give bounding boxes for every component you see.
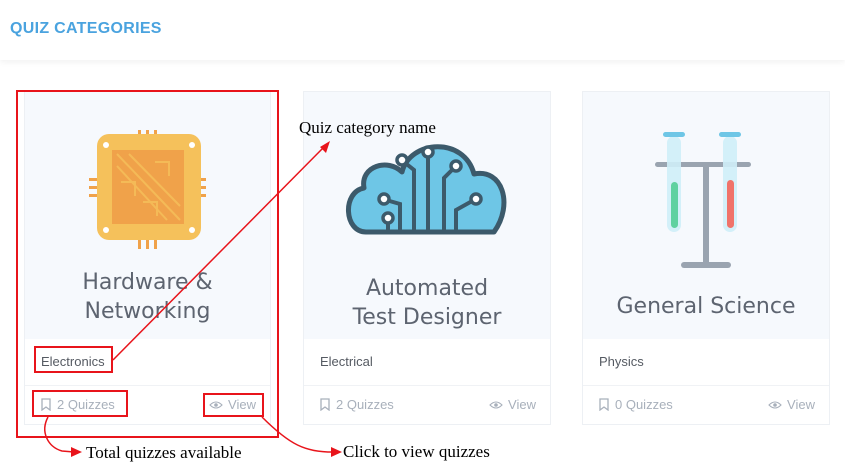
arrow-click-view xyxy=(261,416,334,453)
arrow-total-quizzes xyxy=(44,416,75,453)
arrow-category-name xyxy=(112,146,325,361)
annotation-arrows xyxy=(44,141,342,457)
annotation-category-name-label: Quiz category name xyxy=(299,118,436,137)
annotation-click-view-label: Click to view quizzes xyxy=(343,442,490,461)
arrowhead-view xyxy=(331,447,342,457)
arrowhead-category xyxy=(320,141,330,153)
arrowhead-quizzes xyxy=(71,447,82,457)
annotation-total-quizzes-label: Total quizzes available xyxy=(86,443,242,462)
